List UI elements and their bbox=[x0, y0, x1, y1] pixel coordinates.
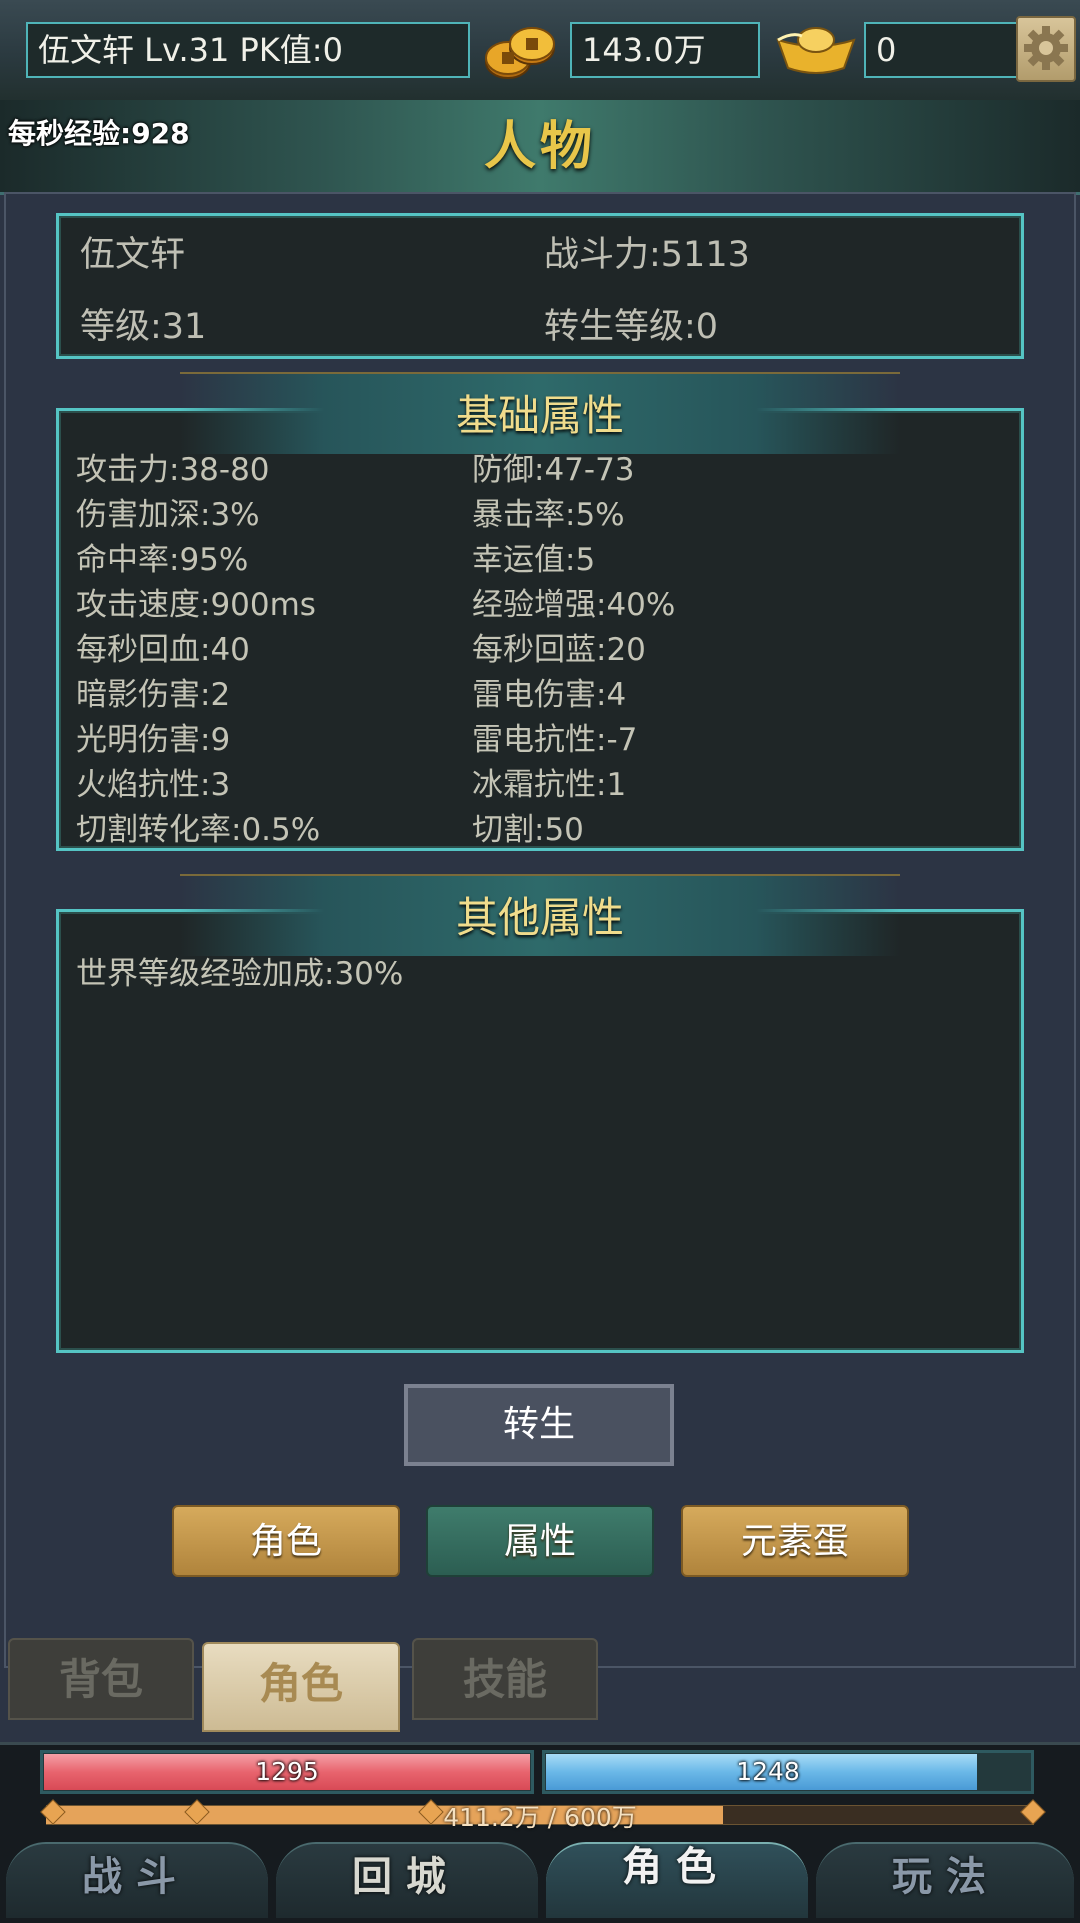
nav-battle[interactable]: 战斗 bbox=[16, 1840, 256, 1918]
gold-amount-field: 143.0万 bbox=[570, 22, 760, 78]
subtab-element-egg[interactable]: 元素蛋 bbox=[681, 1505, 909, 1577]
attr-right: 每秒回蓝:20 bbox=[472, 632, 646, 668]
gold-ingot-icon bbox=[776, 27, 856, 74]
attr-left: 火焰抗性:3 bbox=[76, 767, 231, 803]
player-info-field[interactable]: 伍文轩 Lv.31 PK值:0 bbox=[26, 22, 470, 78]
attr-right: 切割:50 bbox=[472, 812, 584, 848]
character-name: 伍文轩 bbox=[80, 235, 186, 275]
hp-value: 1295 bbox=[255, 1757, 319, 1786]
exp-per-second: 每秒经验:928 bbox=[8, 117, 190, 150]
nav-gameplay[interactable]: 玩法 bbox=[826, 1840, 1066, 1918]
attr-left: 攻击速度:900ms bbox=[76, 587, 316, 623]
basic-attributes-title: 基础属性 bbox=[455, 391, 624, 440]
subtab-attributes[interactable]: 属性 bbox=[426, 1505, 654, 1577]
attr-right: 冰霜抗性:1 bbox=[472, 767, 627, 803]
attr-left: 光明伤害:9 bbox=[76, 722, 231, 758]
attr-right: 暴击率:5% bbox=[472, 497, 625, 533]
rebirth-button[interactable]: 转生 bbox=[404, 1384, 674, 1466]
attr-right: 雷电伤害:4 bbox=[472, 677, 627, 713]
attr-left: 命中率:95% bbox=[76, 542, 249, 578]
tab-backpack[interactable]: 背包 bbox=[8, 1638, 194, 1720]
exp-value: 411.2万 / 600万 bbox=[443, 1803, 637, 1832]
attr-right: 雷电抗性:-7 bbox=[472, 722, 638, 758]
attr-left: 暗影伤害:2 bbox=[76, 677, 231, 713]
tab-skills[interactable]: 技能 bbox=[412, 1638, 598, 1720]
other-attribute-item: 世界等级经验加成:30% bbox=[76, 956, 404, 992]
character-level: 等级:31 bbox=[80, 307, 207, 347]
tab-character[interactable]: 角色 bbox=[202, 1642, 400, 1732]
subtab-character[interactable]: 角色 bbox=[172, 1505, 400, 1577]
settings-button[interactable] bbox=[1016, 16, 1076, 82]
attr-left: 攻击力:38-80 bbox=[76, 452, 270, 488]
attr-right: 防御:47-73 bbox=[472, 452, 635, 488]
mp-value: 1248 bbox=[736, 1757, 800, 1786]
attr-right: 经验增强:40% bbox=[472, 587, 676, 623]
gold-coins-icon bbox=[485, 27, 555, 79]
nav-character[interactable]: 角色 bbox=[556, 1830, 796, 1908]
gear-icon bbox=[1024, 26, 1068, 70]
nav-return-city[interactable]: 回城 bbox=[286, 1840, 526, 1918]
attr-left: 切割转化率:0.5% bbox=[76, 812, 321, 848]
attr-left: 每秒回血:40 bbox=[76, 632, 250, 668]
attr-right: 幸运值:5 bbox=[472, 542, 596, 578]
attr-left: 伤害加深:3% bbox=[76, 497, 260, 533]
other-attributes-title: 其他属性 bbox=[455, 893, 624, 942]
combat-power: 战斗力:5113 bbox=[544, 235, 750, 275]
ingot-amount-field: 0 bbox=[864, 22, 1024, 78]
rebirth-level: 转生等级:0 bbox=[544, 307, 719, 347]
